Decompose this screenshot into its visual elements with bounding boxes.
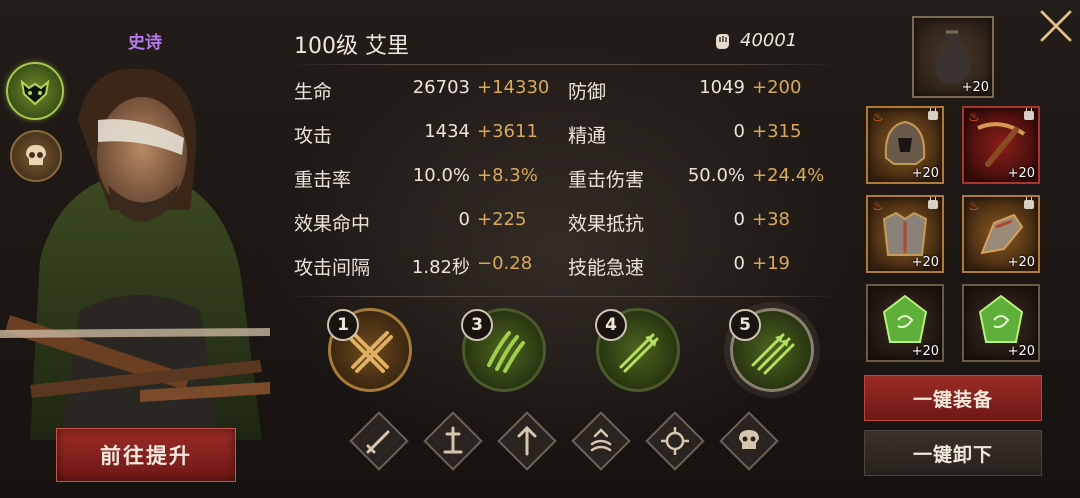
- wave-up-icon[interactable]: [568, 408, 634, 474]
- stat-bonus: +19: [752, 253, 790, 274]
- combat-power-value: 40001: [740, 30, 798, 51]
- combat-power: 40001: [712, 30, 797, 51]
- lock-icon: [928, 197, 938, 209]
- flame-icon: ♨: [968, 110, 980, 125]
- armor-slot[interactable]: ♨ +20: [866, 195, 944, 273]
- hero-detail-screen: 史诗 前往提升 100级 艾里 40001 生命 26703 +14330 防御…: [0, 0, 1080, 498]
- equip-level: +20: [1007, 255, 1035, 270]
- stat-label: 技能急速: [568, 257, 645, 279]
- equip-level: +20: [1007, 344, 1035, 359]
- equip-all-button[interactable]: 一键装备: [864, 375, 1042, 421]
- stat-value: 1434: [424, 121, 470, 142]
- stat-label: 攻击间隔: [294, 257, 371, 279]
- equip-level: +20: [1007, 166, 1035, 181]
- stat-value: 1049: [699, 77, 745, 98]
- stat-value: 0: [733, 253, 745, 274]
- equip-level: +20: [911, 166, 939, 181]
- fist-icon: [716, 33, 729, 49]
- lock-icon: [928, 108, 938, 120]
- crosshair-icon[interactable]: [642, 408, 708, 474]
- close-icon[interactable]: [1036, 6, 1076, 46]
- stat-value: 0: [733, 209, 745, 230]
- weapon-slot[interactable]: ♨ +20: [962, 106, 1040, 184]
- gem-slot-left[interactable]: +20: [866, 284, 944, 362]
- gem-slot-right[interactable]: +20: [962, 284, 1040, 362]
- go-upgrade-button[interactable]: 前往提升: [56, 428, 236, 482]
- stat-bonus: +8.3%: [477, 165, 538, 186]
- flame-icon: ♨: [872, 199, 884, 214]
- stat-value: 0: [733, 121, 745, 142]
- stat-bonus: +38: [752, 209, 790, 230]
- header-divider: [290, 64, 838, 65]
- stat-value: 50.0%: [687, 165, 745, 186]
- stat-bonus: +3611: [477, 121, 538, 142]
- skill-5[interactable]: 5: [729, 308, 814, 392]
- stat-bonus: +24.4%: [752, 165, 825, 186]
- stat-label: 防御: [568, 81, 607, 103]
- skill-number: 1: [327, 309, 359, 341]
- stat-bonus: +315: [752, 121, 802, 142]
- stats-divider: [290, 296, 838, 297]
- equip-level: +20: [911, 255, 939, 270]
- rarity-label: 史诗: [128, 33, 162, 53]
- skill-4[interactable]: 4: [595, 308, 680, 392]
- skill-number: 5: [729, 309, 761, 341]
- stat-label: 效果命中: [294, 213, 371, 235]
- stat-label: 重击伤害: [568, 169, 645, 191]
- sword-in-stone-icon[interactable]: [420, 408, 486, 474]
- helmet-slot[interactable]: ♨ +20: [866, 106, 944, 184]
- stat-bonus: +225: [477, 209, 527, 230]
- skill-number: 4: [595, 309, 627, 341]
- accessory-slot[interactable]: +20: [912, 16, 994, 98]
- stat-bonus: −0.28: [477, 253, 533, 274]
- stat-label: 生命: [294, 81, 333, 103]
- stat-bonus: +14330: [477, 77, 550, 98]
- skull-icon[interactable]: [716, 408, 782, 474]
- skill-number: 3: [461, 309, 493, 341]
- lock-icon: [1024, 108, 1034, 120]
- stat-value: 1.82秒: [411, 257, 470, 278]
- equip-level: +20: [961, 80, 989, 95]
- stat-label: 效果抵抗: [568, 213, 645, 235]
- flame-icon: ♨: [872, 110, 884, 125]
- lock-icon: [1024, 197, 1034, 209]
- stat-bonus: +200: [752, 77, 802, 98]
- skill-3[interactable]: 3: [461, 308, 546, 392]
- stat-value: 10.0%: [412, 165, 470, 186]
- gauntlet-slot[interactable]: ♨ +20: [962, 195, 1040, 273]
- stat-value: 26703: [412, 77, 470, 98]
- stat-label: 攻击: [294, 125, 333, 147]
- equip-level: +20: [911, 344, 939, 359]
- stat-value: 0: [458, 209, 470, 230]
- stat-label: 精通: [568, 125, 607, 147]
- unequip-all-button[interactable]: 一键卸下: [864, 430, 1042, 476]
- flame-icon: ♨: [968, 199, 980, 214]
- stat-label: 重击率: [294, 169, 352, 191]
- hero-level-name: 100级 艾里: [294, 34, 409, 59]
- sword-icon[interactable]: [346, 408, 412, 474]
- arrow-up-icon[interactable]: [494, 408, 560, 474]
- skill-1[interactable]: 1: [327, 308, 412, 392]
